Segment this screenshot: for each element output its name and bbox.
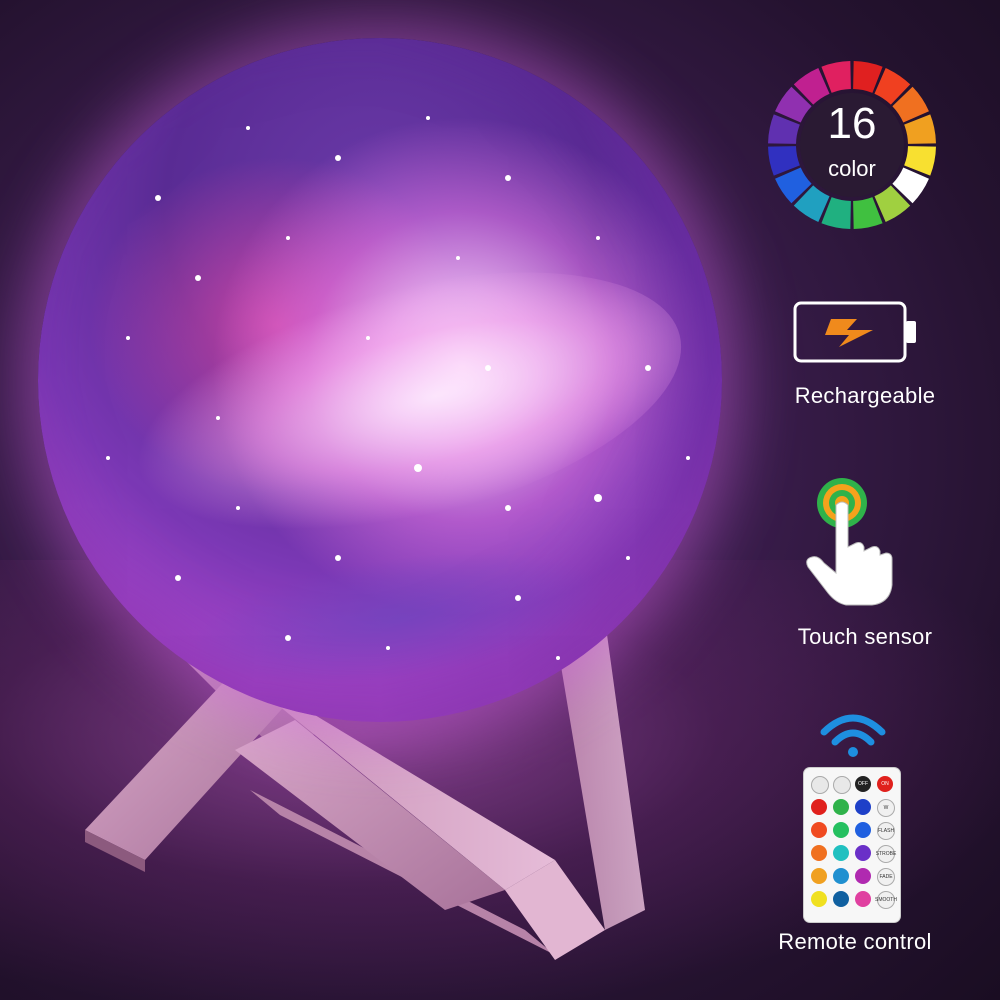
remote-control-icon: OFF ON W FLASH STROBE FADE SMOOTH	[804, 768, 900, 922]
brightness-down-button	[833, 776, 851, 794]
remote-on-button: ON	[877, 776, 893, 792]
color-button-orange	[811, 845, 827, 861]
color-button-orange-red	[811, 822, 827, 838]
flash-button: FLASH	[877, 822, 895, 840]
remote-off-button: OFF	[855, 776, 871, 792]
color-button-red	[811, 799, 827, 815]
color-button-amber	[811, 868, 827, 884]
remote-label: Remote control	[778, 929, 932, 954]
star-sparkles	[106, 116, 690, 660]
color-count: 16	[827, 99, 877, 148]
touch-feature: Touch sensor	[730, 624, 1000, 650]
color-wheel-icon: 16 color	[765, 58, 939, 232]
color-button-blue	[855, 799, 871, 815]
color-button-light-green	[833, 822, 849, 838]
rechargeable-label: Rechargeable	[794, 383, 936, 408]
color-button-mid-blue	[855, 822, 871, 838]
color-word: color	[828, 156, 876, 181]
color-button-green	[833, 799, 849, 815]
touch-hand-icon	[806, 478, 893, 606]
rechargeable-feature: Rechargeable	[730, 383, 1000, 409]
wireless-signal-icon	[820, 714, 886, 757]
strobe-button: STROBE	[876, 845, 896, 863]
color-button-cyan	[833, 845, 849, 861]
fade-button: FADE	[877, 868, 895, 886]
color-button-purple	[855, 845, 871, 861]
white-button: W	[877, 799, 895, 817]
smooth-button: SMOOTH	[875, 891, 897, 909]
touch-label: Touch sensor	[797, 624, 933, 649]
remote-button-grid: OFF ON W FLASH STROBE FADE SMOOTH	[811, 776, 897, 916]
brightness-up-button	[811, 776, 829, 794]
color-button-yellow	[811, 891, 827, 907]
galaxy-moon-lamp	[38, 38, 722, 722]
remote-feature: Remote control	[720, 929, 990, 955]
color-button-navy	[833, 891, 849, 907]
color-button-magenta	[855, 868, 871, 884]
battery-charging-icon	[793, 301, 916, 363]
color-button-sky	[833, 868, 849, 884]
color-button-pink	[855, 891, 871, 907]
